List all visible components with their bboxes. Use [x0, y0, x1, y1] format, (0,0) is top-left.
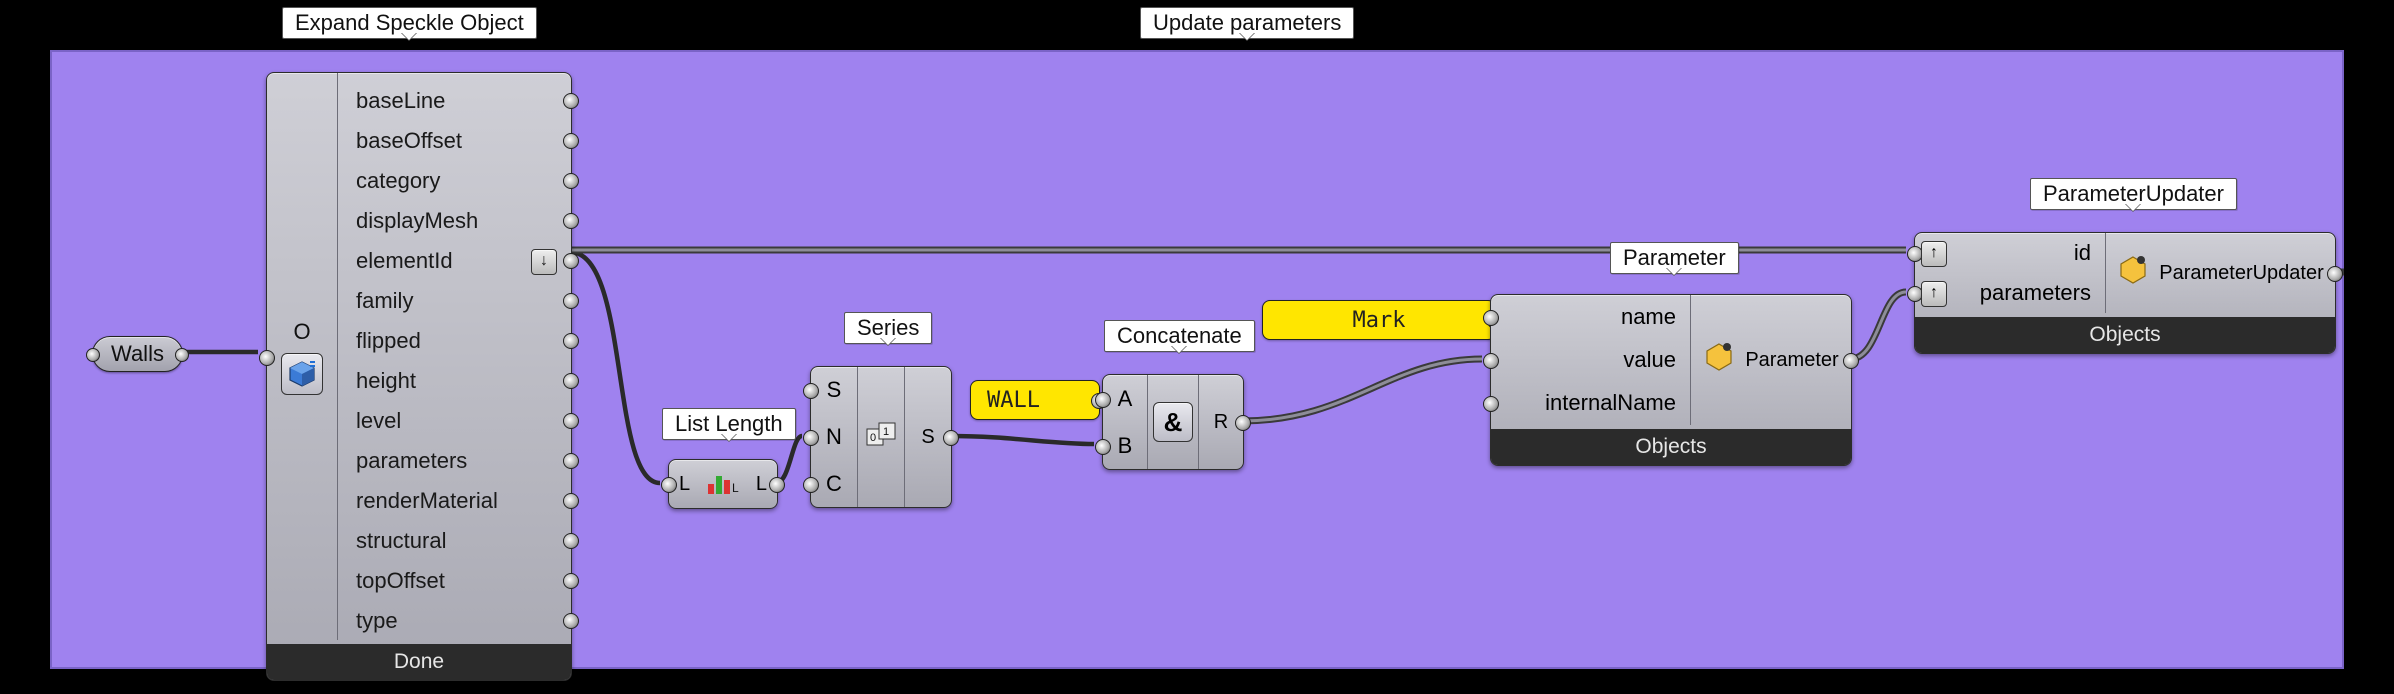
- series-in-S[interactable]: S: [811, 367, 857, 414]
- param-in-name[interactable]: name: [1491, 295, 1690, 338]
- list-length-icon: L: [706, 466, 740, 502]
- tooltip-concat: Concatenate: [1104, 320, 1255, 352]
- updater-in-parameters[interactable]: ↑ parameters: [1915, 273, 2105, 313]
- param-out[interactable]: Parameter: [1691, 295, 1851, 425]
- out-baseLine[interactable]: baseLine: [338, 81, 571, 121]
- out-parameters[interactable]: parameters: [338, 441, 571, 481]
- out-category[interactable]: category: [338, 161, 571, 201]
- listlen-in: L: [679, 473, 690, 496]
- out-flipped[interactable]: flipped: [338, 321, 571, 361]
- parameter-updater-node[interactable]: ↑ id ↑ parameters ParameterUpdater: [1914, 232, 2336, 354]
- series-in-C[interactable]: C: [811, 460, 857, 507]
- out-baseOffset[interactable]: baseOffset: [338, 121, 571, 161]
- expand-input-label: O: [293, 319, 310, 345]
- out-height[interactable]: height: [338, 361, 571, 401]
- series-node[interactable]: S N C 0 1 S: [810, 366, 952, 508]
- expand-speckle-object-node[interactable]: O baseLine baseOffset category displayMe…: [266, 72, 572, 681]
- tooltip-updater: ParameterUpdater: [2030, 178, 2237, 210]
- svg-text:0: 0: [870, 432, 876, 444]
- expand-elementid-arrow-icon[interactable]: ↓: [531, 249, 557, 275]
- updater-id-arrow-icon[interactable]: ↑: [1921, 241, 1947, 267]
- tooltip-update: Update parameters: [1140, 7, 1354, 39]
- tooltip-parameter: Parameter: [1610, 242, 1739, 274]
- svg-text:L: L: [732, 481, 739, 495]
- series-in-N[interactable]: N: [811, 414, 857, 461]
- grasshopper-canvas[interactable]: Expand Speckle Object Update parameters …: [50, 50, 2344, 669]
- parameter-footer: Objects: [1491, 429, 1851, 465]
- expand-input-column: O: [267, 73, 338, 640]
- svg-text:1: 1: [883, 426, 889, 438]
- listlen-out: L: [756, 473, 767, 496]
- out-elementId[interactable]: elementId ↓: [338, 241, 571, 281]
- out-level[interactable]: level: [338, 401, 571, 441]
- tooltip-listlength: List Length: [662, 408, 796, 440]
- concat-in-B[interactable]: B: [1103, 422, 1147, 469]
- panel-wall-text: WALL: [987, 388, 1040, 413]
- concatenate-node[interactable]: A B & R: [1102, 374, 1244, 470]
- expand-input-grip[interactable]: [259, 350, 275, 366]
- speckle-hex-icon: [2117, 254, 2149, 292]
- walls-param[interactable]: Walls: [92, 336, 183, 372]
- out-displayMesh[interactable]: displayMesh: [338, 201, 571, 241]
- updater-params-arrow-icon[interactable]: ↑: [1921, 281, 1947, 307]
- panel-mark[interactable]: Mark: [1262, 300, 1496, 340]
- param-in-value[interactable]: value: [1491, 338, 1690, 381]
- concat-out-R[interactable]: R: [1198, 375, 1243, 469]
- listlen-in-grip[interactable]: [661, 477, 677, 493]
- out-type[interactable]: type: [338, 601, 571, 641]
- tooltip-series: Series: [844, 312, 932, 344]
- parameter-node[interactable]: name value internalName Parameter Object…: [1490, 294, 1852, 466]
- updater-footer: Objects: [1915, 317, 2335, 353]
- list-length-node[interactable]: L L L: [668, 459, 778, 509]
- out-renderMaterial[interactable]: renderMaterial: [338, 481, 571, 521]
- ampersand-icon: &: [1148, 375, 1198, 469]
- listlen-out-grip[interactable]: [769, 477, 785, 493]
- speckle-cube-icon: [281, 353, 323, 395]
- series-icon: 0 1: [858, 367, 904, 507]
- out-topOffset[interactable]: topOffset: [338, 561, 571, 601]
- concat-in-A[interactable]: A: [1103, 375, 1147, 422]
- updater-out[interactable]: ParameterUpdater: [2106, 233, 2335, 313]
- out-family[interactable]: family: [338, 281, 571, 321]
- param-in-internalName[interactable]: internalName: [1491, 382, 1690, 425]
- panel-wall[interactable]: WALL: [970, 380, 1100, 420]
- series-out-S[interactable]: S: [904, 367, 951, 507]
- walls-label: Walls: [111, 341, 164, 366]
- out-structural[interactable]: structural: [338, 521, 571, 561]
- expand-output-column: baseLine baseOffset category displayMesh…: [338, 73, 571, 640]
- panel-mark-text: Mark: [1353, 308, 1406, 333]
- speckle-hex-icon: [1703, 341, 1735, 379]
- expand-footer: Done: [267, 644, 571, 680]
- tooltip-expand: Expand Speckle Object: [282, 7, 537, 39]
- updater-in-id[interactable]: ↑ id: [1915, 233, 2105, 273]
